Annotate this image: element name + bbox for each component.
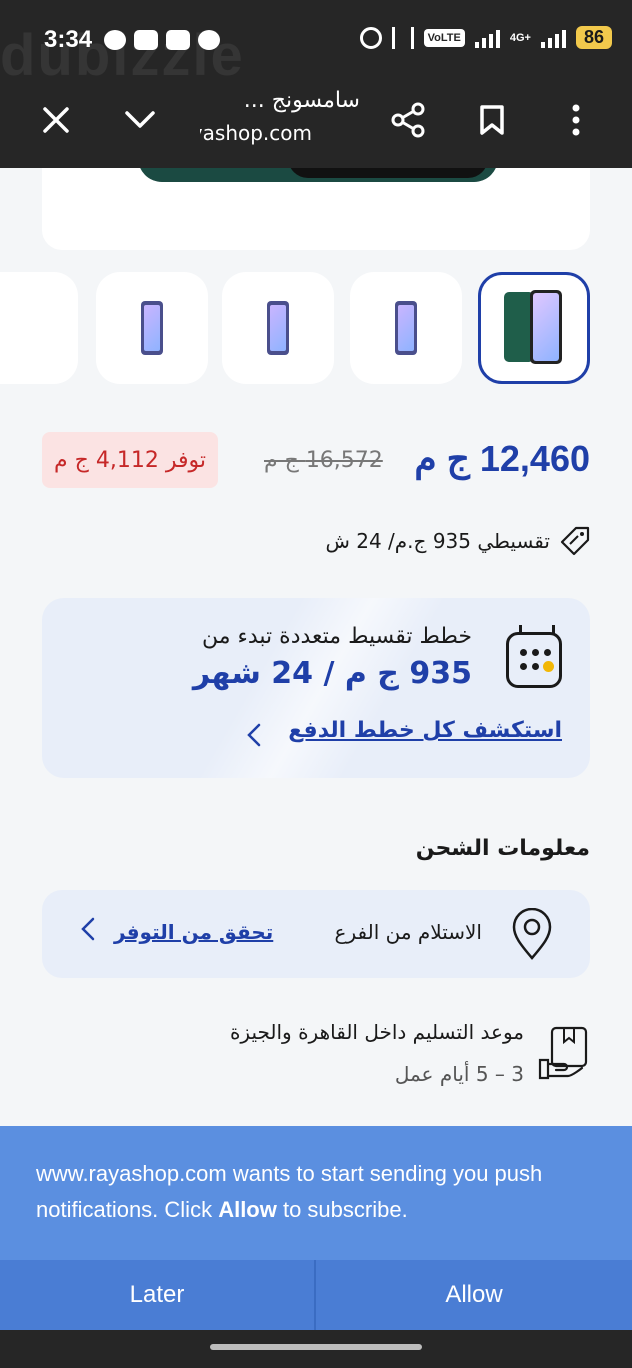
- later-button[interactable]: Later: [0, 1260, 316, 1330]
- bookmark-button[interactable]: [468, 96, 516, 144]
- check-availability-link[interactable]: تحقق من التوفر: [114, 920, 273, 944]
- thumbnail[interactable]: [350, 272, 462, 384]
- delivery-days: 3 – 5 أيام عمل: [394, 1062, 524, 1086]
- pickup-label: الاستلام من الفرع: [334, 920, 482, 944]
- product-image: [138, 168, 498, 182]
- shipping-section-title: معلومات الشحن: [415, 836, 590, 861]
- old-price: 16,572 ج م: [264, 448, 383, 473]
- push-notification-banner: www.rayashop.com wants to start sending …: [0, 1126, 632, 1260]
- more-menu-button[interactable]: [552, 96, 600, 144]
- phone-thumbnail-image: [395, 301, 417, 355]
- plans-amount: 935 ج م / 24 شهر: [192, 656, 472, 691]
- status-bar: dubizzle 3:34 VoLTE 4G+ 86: [0, 0, 632, 88]
- explore-plans-link[interactable]: استكشف كل خطط الدفع: [288, 718, 562, 743]
- location-pin-icon: [512, 908, 552, 960]
- gesture-bar: [0, 1330, 632, 1368]
- installment-plans-card: خطط تقسيط متعددة تبدء من 935 ج م / 24 شه…: [42, 598, 590, 778]
- phone-thumbnail-image: [267, 301, 289, 355]
- browser-nav: سامسونج ... rayashop.com: [0, 80, 632, 168]
- current-price: 12,460 ج م: [414, 438, 590, 479]
- youtube-icon: [166, 30, 190, 50]
- sync-icon: [198, 30, 220, 50]
- volte-badge: VoLTE: [423, 28, 465, 47]
- collapse-button[interactable]: [116, 96, 164, 144]
- price-row: 12,460 ج م 16,572 ج م توفر 4,112 ج م: [0, 432, 632, 492]
- signal-icon: [474, 28, 500, 48]
- status-time: 3:34: [44, 26, 93, 53]
- thumbnail[interactable]: [0, 272, 78, 384]
- vibrate-icon: [391, 26, 414, 49]
- browser-top-bar: dubizzle 3:34 VoLTE 4G+ 86 سامسونج ... r…: [0, 0, 632, 168]
- network-type: 4G+: [509, 31, 531, 44]
- thumbnail[interactable]: [222, 272, 334, 384]
- alarm-icon: [359, 26, 382, 49]
- chevron-left-icon[interactable]: [80, 916, 96, 942]
- more-vertical-icon: [572, 104, 580, 136]
- share-icon: [391, 102, 425, 138]
- product-image-card[interactable]: [42, 168, 590, 250]
- home-handle[interactable]: [210, 1344, 422, 1350]
- page-title: سامسونج ...: [243, 88, 360, 113]
- youtube-icon: [134, 30, 158, 50]
- notification-actions: Later Allow: [0, 1260, 632, 1330]
- allow-button[interactable]: Allow: [316, 1260, 632, 1330]
- pickup-card: الاستلام من الفرع تحقق من التوفر: [42, 890, 590, 978]
- share-button[interactable]: [384, 96, 432, 144]
- delivery-title: موعد التسليم داخل القاهرة والجيزة: [229, 1020, 524, 1044]
- page-info[interactable]: سامسونج ... rayashop.com: [200, 88, 360, 145]
- installment-text: تقسيطي 935 ج.م/ 24 ش: [325, 529, 550, 553]
- battery-level: 86: [575, 26, 612, 49]
- signal-icon: [540, 28, 566, 48]
- phone-thumbnail-image: [141, 301, 163, 355]
- installment-line: تقسيطي 935 ج.م/ 24 ش: [325, 526, 590, 556]
- savings-badge: توفر 4,112 ج م: [42, 432, 218, 488]
- eye-icon: [104, 30, 126, 50]
- notification-icons: [104, 30, 220, 50]
- close-button[interactable]: [32, 96, 80, 144]
- chevron-left-icon[interactable]: [246, 722, 262, 748]
- page-content: 12,460 ج م 16,572 ج م توفر 4,112 ج م تقس…: [0, 168, 632, 1128]
- phone-thumbnail-image: [504, 290, 564, 366]
- thumbnail[interactable]: [96, 272, 208, 384]
- notification-message: www.rayashop.com wants to start sending …: [36, 1161, 543, 1222]
- tag-icon: [560, 526, 590, 556]
- thumbnail-selected[interactable]: [478, 272, 590, 384]
- bookmark-icon: [480, 105, 504, 135]
- calendar-icon: [506, 625, 562, 688]
- page-url: rayashop.com: [200, 121, 312, 145]
- system-icons: VoLTE 4G+ 86: [359, 26, 612, 49]
- delivery-hand-icon: [538, 1026, 588, 1080]
- plans-subtitle: خطط تقسيط متعددة تبدء من: [202, 624, 472, 649]
- chevron-down-icon: [125, 111, 155, 128]
- thumbnail-strip: [0, 272, 632, 384]
- close-icon: [43, 107, 69, 133]
